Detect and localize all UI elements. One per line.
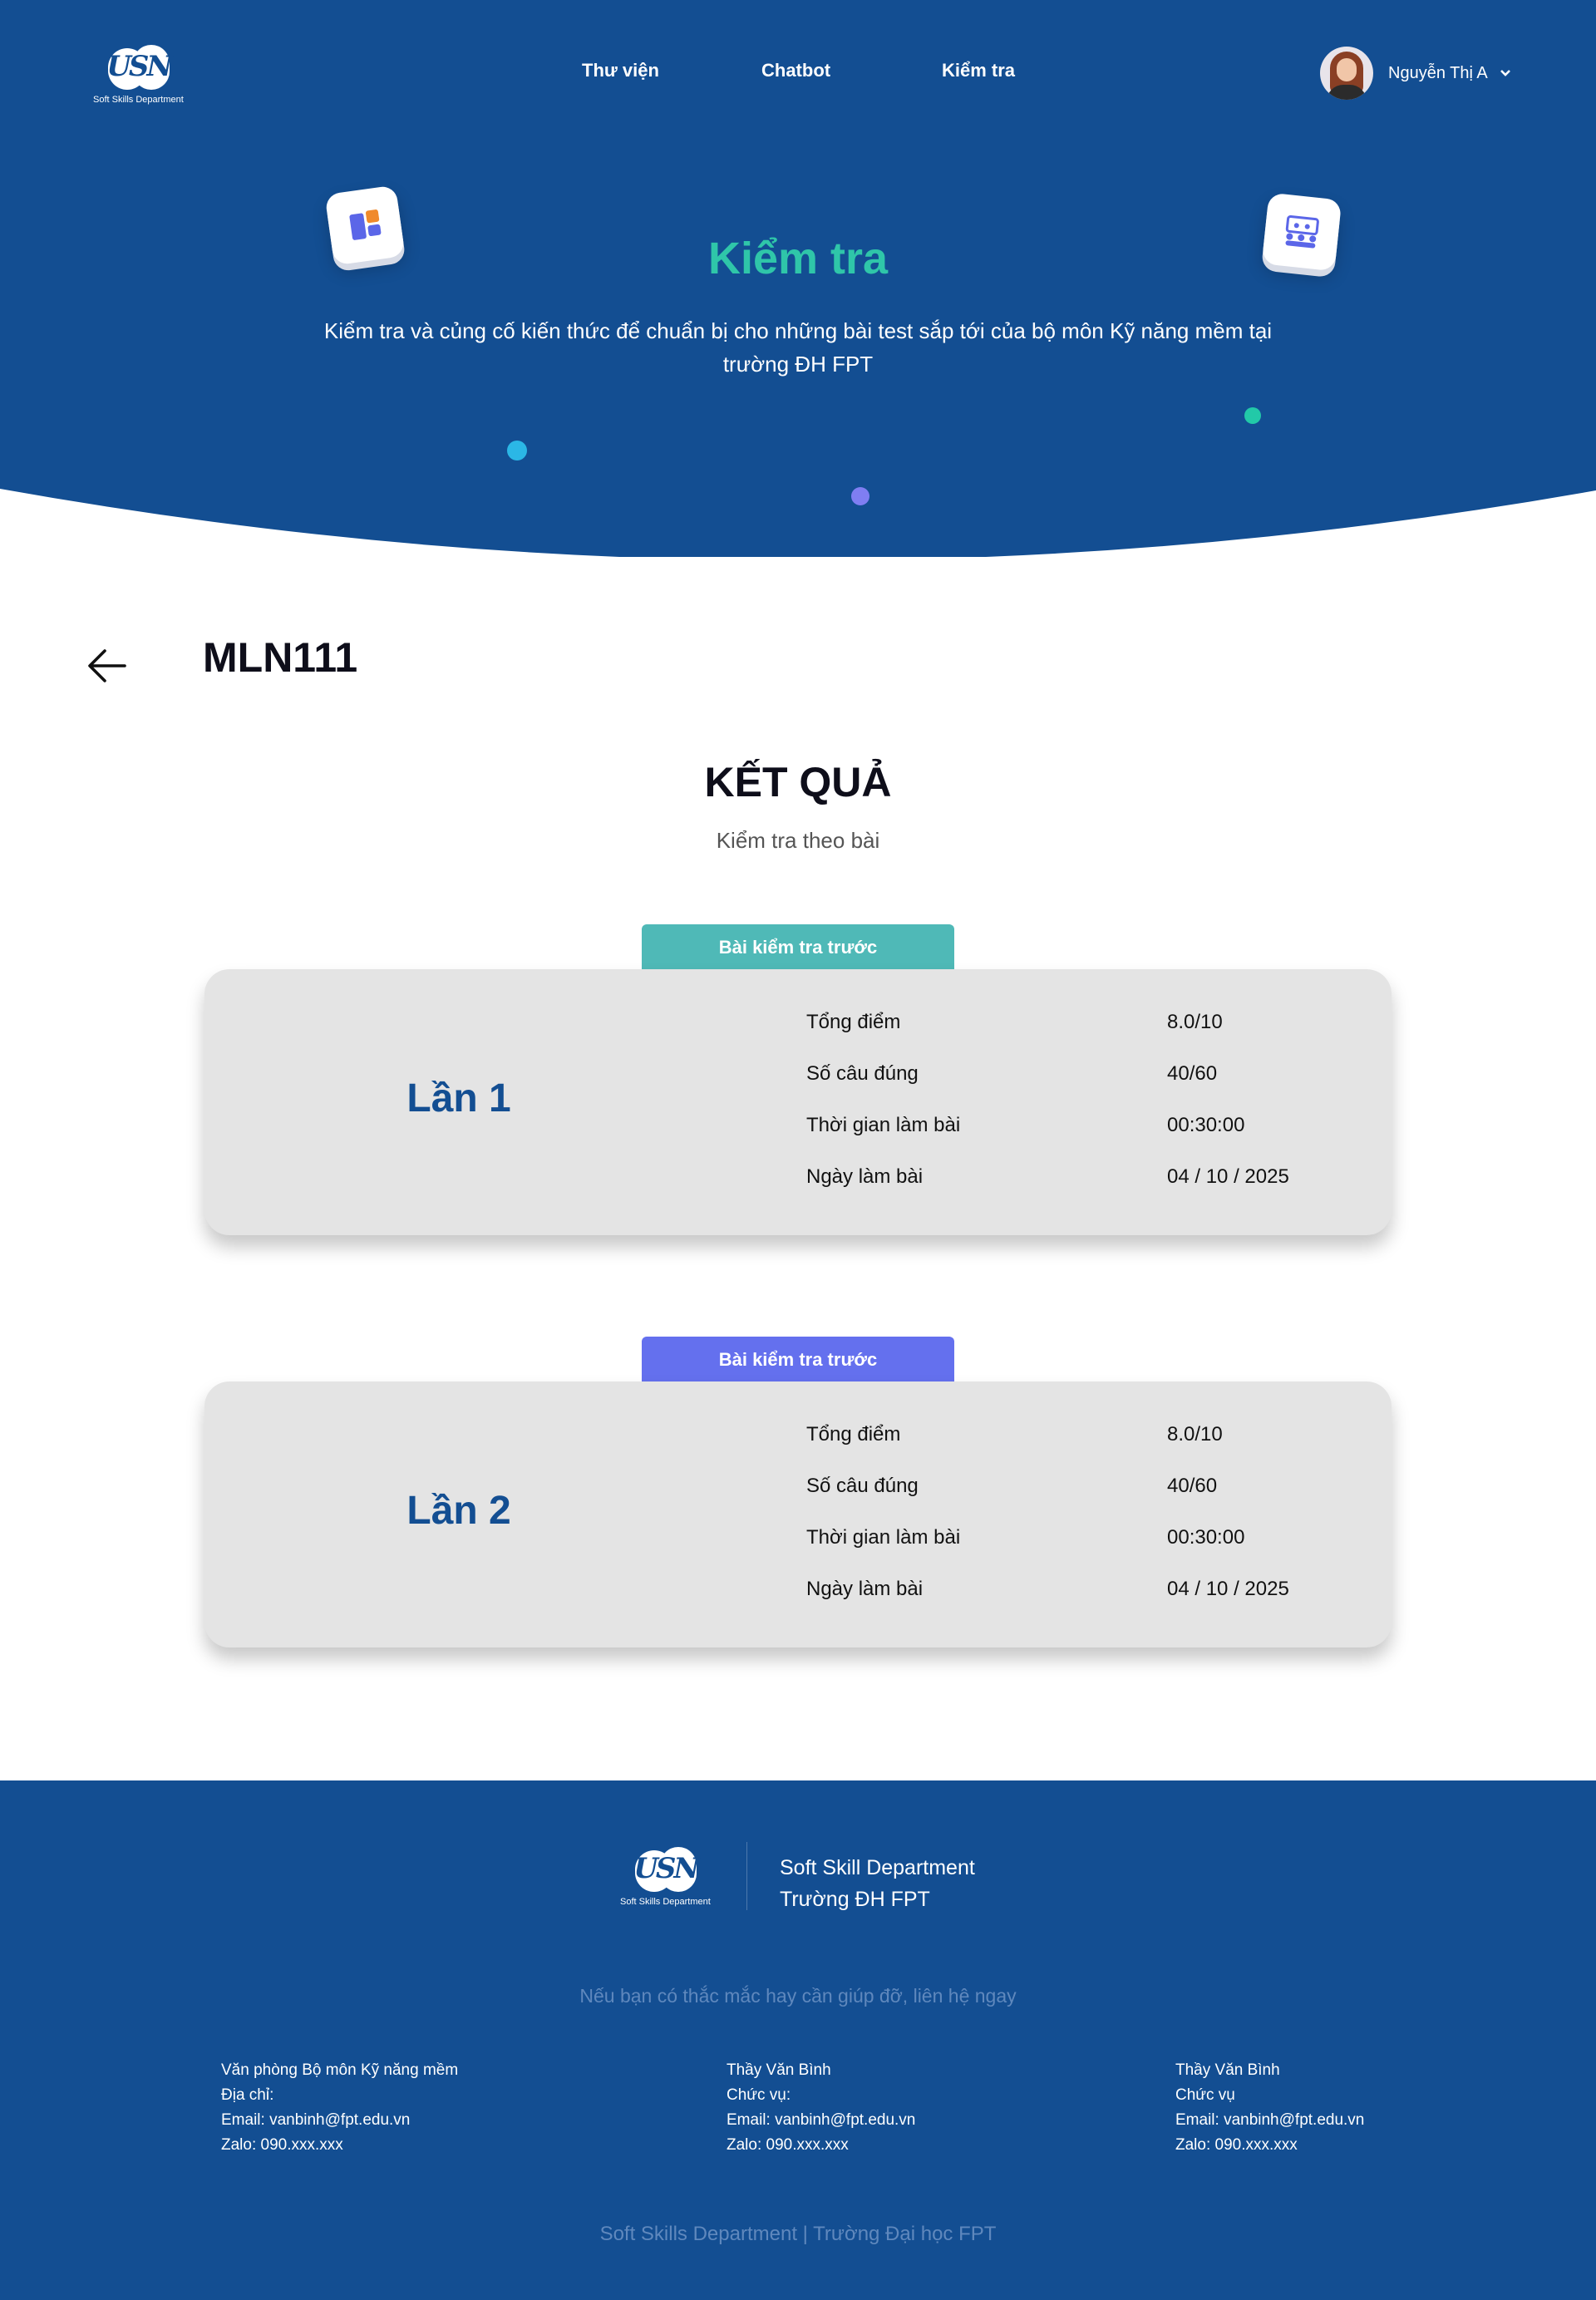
row-label: Số câu đúng xyxy=(806,1475,919,1497)
arrow-left-icon xyxy=(88,649,126,682)
row-label: Ngày làm bài xyxy=(806,1165,924,1188)
footer-logo[interactable]: USN Soft Skills Department xyxy=(620,1845,711,1907)
hero-section: USN Soft Skills Department Thư viện Chat… xyxy=(0,0,1596,557)
org-school: Trường ĐH FPT xyxy=(780,1888,930,1911)
nav-item-test[interactable]: Kiểm tra xyxy=(942,60,1015,81)
org-name: Soft Skill Department xyxy=(780,1856,975,1879)
decor-dot xyxy=(507,441,527,460)
result-row-correct-answers: Số câu đúng 40/60 xyxy=(806,1062,1388,1096)
course-code: MLN111 xyxy=(203,634,358,681)
row-label: Tổng điểm xyxy=(806,1011,901,1033)
chevron-down-icon[interactable] xyxy=(1500,66,1511,80)
row-value: 8.0/10 xyxy=(1167,1423,1223,1446)
result-row-total-score: Tổng điểm 8.0/10 xyxy=(806,1423,1388,1456)
row-label: Thời gian làm bài xyxy=(806,1114,961,1136)
row-label: Số câu đúng xyxy=(806,1062,919,1085)
contact-line: Văn phòng Bộ môn Kỹ năng mềm xyxy=(221,2061,459,2079)
result-title: KẾT QUẢ xyxy=(704,759,892,805)
contact-office: Văn phòng Bộ môn Kỹ năng mềm Địa chỉ: Em… xyxy=(221,2058,458,2158)
nav-item-library[interactable]: Thư viện xyxy=(582,60,659,81)
attempt-label: Lần 1 xyxy=(406,1076,511,1120)
attempt-tab-2[interactable]: Bài kiểm tra trước xyxy=(642,1337,954,1383)
row-value: 8.0/10 xyxy=(1167,1011,1223,1033)
row-value: 04 / 10 / 2025 xyxy=(1167,1165,1289,1188)
contact-line: Địa chỉ: xyxy=(221,2086,274,2104)
result-subtitle: Kiểm tra theo bài xyxy=(716,828,880,853)
result-row-duration: Thời gian làm bài 00:30:00 xyxy=(806,1526,1388,1559)
hero-title: Kiểm tra xyxy=(707,234,889,283)
nav-item-chatbot[interactable]: Chatbot xyxy=(761,60,830,81)
contact-zalo: Zalo: 090.xxx.xxx xyxy=(727,2136,849,2154)
decor-dot xyxy=(851,487,869,505)
avatar[interactable] xyxy=(1320,47,1373,100)
contact-line: Thầy Văn Bình xyxy=(1175,2061,1280,2079)
footer-organization: Soft Skill Department Trường ĐH FPT xyxy=(780,1852,975,1915)
contact-email[interactable]: Email: vanbinh@fpt.edu.vn xyxy=(1175,2108,1364,2133)
footer-divider xyxy=(746,1842,747,1910)
contact-zalo: Zalo: 090.xxx.xxx xyxy=(1175,2136,1298,2154)
decor-dot xyxy=(1244,407,1261,424)
row-label: Tổng điểm xyxy=(806,1423,901,1446)
logo-mark: USN xyxy=(630,1845,700,1895)
footer: USN Soft Skills Department Soft Skill De… xyxy=(0,1780,1596,2300)
logo-caption: Soft Skills Department xyxy=(620,1897,711,1907)
copyright: Soft Skills Department | Trường Đại học … xyxy=(599,2223,997,2245)
result-row-duration: Thời gian làm bài 00:30:00 xyxy=(806,1114,1388,1147)
result-row-correct-answers: Số câu đúng 40/60 xyxy=(806,1475,1388,1508)
contact-person-1: Thầy Văn Bình Chức vụ: Email: vanbinh@fp… xyxy=(727,2058,915,2158)
contact-line: Thầy Văn Bình xyxy=(727,2061,831,2079)
row-value: 00:30:00 xyxy=(1167,1526,1245,1549)
attempt-label: Lần 2 xyxy=(406,1489,511,1533)
contact-zalo: Zalo: 090.xxx.xxx xyxy=(221,2136,343,2154)
row-label: Ngày làm bài xyxy=(806,1578,924,1600)
row-value: 40/60 xyxy=(1167,1062,1218,1085)
row-value: 40/60 xyxy=(1167,1475,1218,1497)
back-button[interactable] xyxy=(86,647,128,685)
logo-caption: Soft Skills Department xyxy=(93,95,184,105)
row-value: 00:30:00 xyxy=(1167,1114,1245,1136)
hero-description: Kiểm tra và củng cố kiến thức để chuẩn b… xyxy=(323,318,1273,377)
help-text: Nếu bạn có thắc mắc hay cần giúp đỡ, liê… xyxy=(579,1985,1017,2007)
result-row-date: Ngày làm bài 04 / 10 / 2025 xyxy=(806,1578,1388,1611)
result-row-date: Ngày làm bài 04 / 10 / 2025 xyxy=(806,1165,1388,1199)
attempt-tab-1[interactable]: Bài kiểm tra trước xyxy=(642,924,954,971)
attempt-card-1[interactable]: Lần 1 Tổng điểm 8.0/10 Số câu đúng 40/60… xyxy=(204,969,1392,1235)
user-menu[interactable]: Nguyễn Thị A xyxy=(1320,47,1511,100)
result-row-total-score: Tổng điểm 8.0/10 xyxy=(806,1011,1388,1044)
contact-email[interactable]: Email: vanbinh@fpt.edu.vn xyxy=(221,2108,458,2133)
header-logo[interactable]: USN Soft Skills Department xyxy=(93,43,184,105)
attempt-card-2[interactable]: Lần 2 Tổng điểm 8.0/10 Số câu đúng 40/60… xyxy=(204,1381,1392,1647)
contact-line: Chức vụ xyxy=(1175,2086,1235,2104)
contact-line: Chức vụ: xyxy=(727,2086,791,2104)
row-value: 04 / 10 / 2025 xyxy=(1167,1578,1289,1600)
contact-person-2: Thầy Văn Bình Chức vụ Email: vanbinh@fpt… xyxy=(1175,2058,1364,2158)
row-label: Thời gian làm bài xyxy=(806,1526,961,1549)
user-name: Nguyễn Thị A xyxy=(1388,63,1488,82)
contact-email[interactable]: Email: vanbinh@fpt.edu.vn xyxy=(727,2108,915,2133)
logo-mark: USN xyxy=(103,43,173,93)
